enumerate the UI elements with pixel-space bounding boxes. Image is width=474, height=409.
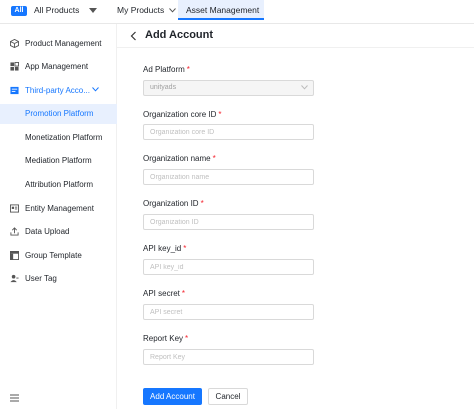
sidebar-item-mediation-platform[interactable]: Mediation Platform <box>0 151 117 171</box>
org-name-label: Organization name * <box>143 154 216 163</box>
sidebar: Product Management App Management Third-… <box>0 24 117 409</box>
report-key-label: Report Key * <box>143 334 188 343</box>
tab-asset-management[interactable]: Asset Management <box>178 0 264 34</box>
account-icon <box>10 86 19 95</box>
back-chevron-icon[interactable] <box>130 31 137 41</box>
org-id-label: Organization ID * <box>143 199 204 208</box>
chevron-down-icon <box>92 87 99 92</box>
field-label-text: API secret <box>143 289 180 298</box>
sidebar-item-label: Group Template <box>25 251 82 260</box>
my-products-dropdown[interactable]: My Products <box>117 5 176 15</box>
entity-icon <box>10 204 19 213</box>
org-core-id-input[interactable] <box>143 124 314 140</box>
org-core-id-label: Organization core ID * <box>143 110 222 119</box>
field-label-text: Organization name <box>143 154 211 163</box>
required-mark: * <box>218 110 222 119</box>
required-mark: * <box>181 289 186 298</box>
cube-icon <box>10 39 19 48</box>
required-mark: * <box>212 154 216 163</box>
sidebar-item-entity-management[interactable]: Entity Management <box>0 199 117 219</box>
main-content: Add Account Ad Platform * unityads Organi… <box>117 24 474 409</box>
add-account-button[interactable]: Add Account <box>143 388 202 405</box>
ad-platform-label: Ad Platform * <box>143 65 190 74</box>
required-mark: * <box>200 199 204 208</box>
org-id-input[interactable] <box>143 214 314 230</box>
api-key-id-input[interactable] <box>143 259 314 275</box>
sidebar-item-label: User Tag <box>25 274 57 283</box>
sidebar-item-user-tag[interactable]: User Tag <box>0 269 117 289</box>
api-key-id-label: API key_id * <box>143 244 186 253</box>
sidebar-item-label: Data Upload <box>25 227 70 236</box>
page-header: Add Account <box>117 24 474 48</box>
ad-platform-value: unityads <box>150 84 177 91</box>
sidebar-item-label: Entity Management <box>25 204 94 213</box>
required-mark: * <box>183 244 187 253</box>
cancel-button[interactable]: Cancel <box>208 388 248 405</box>
org-name-input[interactable] <box>143 169 314 185</box>
ad-platform-select: unityads <box>143 80 314 96</box>
sidebar-item-monetization-platform[interactable]: Monetization Platform <box>0 128 117 148</box>
sidebar-item-group-template[interactable]: Group Template <box>0 246 117 266</box>
sidebar-item-label: Third-party Acco... <box>25 86 90 95</box>
apps-icon <box>10 62 19 71</box>
my-products-label: My Products <box>117 5 165 15</box>
chevron-down-icon <box>168 8 176 13</box>
sidebar-item-label: App Management <box>25 62 89 71</box>
field-label-text: Organization ID <box>143 199 199 208</box>
chevron-down-icon <box>301 85 308 90</box>
sidebar-item-product-management[interactable]: Product Management <box>0 34 117 54</box>
top-nav-bar: All All Products My Products Asset Manag… <box>0 0 474 34</box>
sidebar-item-label: Product Management <box>25 39 102 48</box>
report-key-input[interactable] <box>143 349 314 365</box>
sidebar-item-data-upload[interactable]: Data Upload <box>0 222 117 242</box>
sidebar-item-third-party-accounts[interactable]: Third-party Acco... <box>0 81 117 101</box>
field-label-text: API key_id <box>143 244 182 253</box>
sidebar-item-promotion-platform[interactable]: Promotion Platform <box>0 104 117 124</box>
sidebar-item-label: Mediation Platform <box>25 156 92 165</box>
field-label-text: Ad Platform <box>143 65 185 74</box>
page-title: Add Account <box>145 29 214 41</box>
sidebar-item-label: Attribution Platform <box>25 180 94 189</box>
user-tag-icon <box>10 274 19 283</box>
upload-icon <box>10 227 19 236</box>
menu-collapse-icon[interactable] <box>10 394 19 402</box>
required-mark: * <box>185 334 189 343</box>
template-icon <box>10 251 19 260</box>
field-label-text: Report Key <box>143 334 184 343</box>
asset-management-label: Asset Management <box>186 5 260 15</box>
field-label-text: Organization core ID <box>143 110 217 119</box>
chevron-down-icon[interactable] <box>89 8 97 14</box>
api-secret-label: API secret * <box>143 289 185 298</box>
sidebar-item-attribution-platform[interactable]: Attribution Platform <box>0 175 117 195</box>
all-badge[interactable]: All <box>11 6 27 16</box>
sidebar-item-label: Monetization Platform <box>25 133 103 142</box>
required-mark: * <box>186 65 190 74</box>
all-products-link[interactable]: All Products <box>34 5 79 15</box>
api-secret-input[interactable] <box>143 304 314 320</box>
sidebar-item-label: Promotion Platform <box>25 109 94 118</box>
sidebar-item-app-management[interactable]: App Management <box>0 57 117 77</box>
